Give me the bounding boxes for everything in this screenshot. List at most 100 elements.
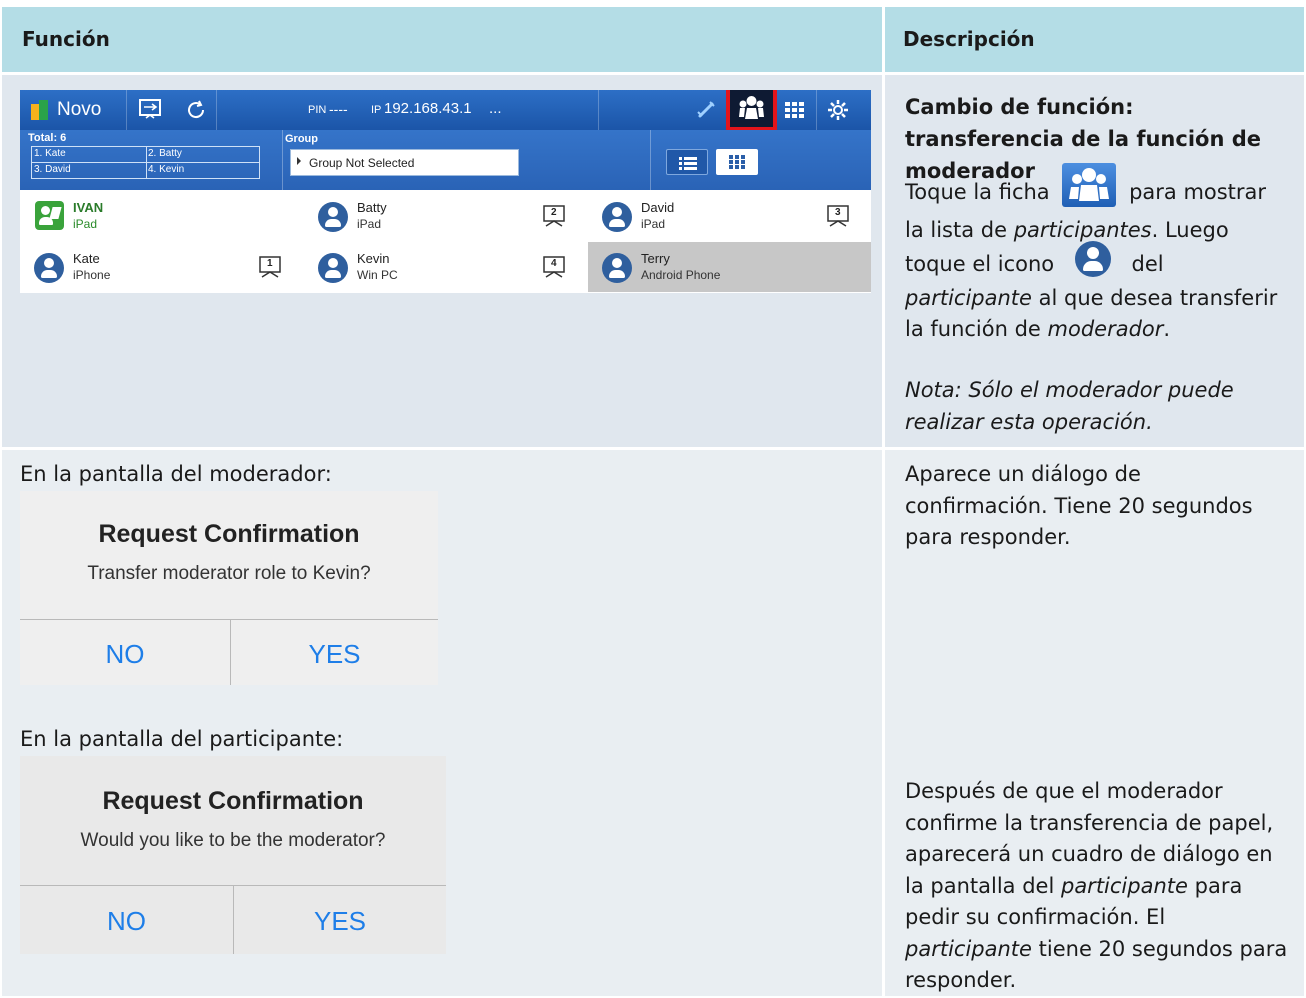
row2-desc-1: Aparece un diálogo de confirmación. Tien…: [905, 462, 1253, 549]
settings-gear-icon[interactable]: [826, 98, 850, 122]
dialog-message: Would you like to be the moderator?: [80, 830, 386, 851]
yes-button[interactable]: YES: [231, 639, 438, 670]
participant-cell-terry[interactable]: Terry Android Phone: [588, 242, 871, 292]
header-function: Función: [22, 27, 110, 51]
group-label: Group: [285, 133, 318, 145]
app-name: Novo: [57, 99, 102, 120]
text-segment-italic: participante: [905, 285, 1032, 310]
row2-desc-2: Después de que el moderador confirme la …: [905, 776, 1290, 997]
caret-right-icon: [297, 157, 301, 165]
participant-name: Kate: [73, 251, 100, 266]
no-button[interactable]: NO: [20, 639, 230, 670]
participant-avatar-icon[interactable]: [602, 202, 632, 232]
roster-box: 1. Kate 2. Batty 3. David 4. Kevin: [31, 146, 260, 179]
ip-value: 192.168.43.1: [384, 100, 472, 117]
participant-cell-ivan[interactable]: IVAN iPad: [20, 191, 303, 241]
participant-cell-batty[interactable]: Batty iPad 2: [304, 191, 587, 241]
roster-item: 3. David: [34, 164, 71, 175]
projection-screen-icon[interactable]: 4: [543, 256, 565, 280]
subheader-divider: [650, 130, 651, 190]
participant-name: David: [641, 200, 675, 215]
refresh-icon[interactable]: [184, 98, 208, 122]
yes-button[interactable]: YES: [234, 906, 446, 937]
dialog-divider: [20, 619, 438, 620]
toolbar-divider: [126, 90, 127, 130]
moderator-avatar-icon: [35, 201, 64, 230]
total-label: Total: 6: [28, 132, 67, 144]
participant-device: Android Phone: [641, 268, 721, 282]
presentation-control-icon[interactable]: [138, 98, 162, 122]
moderator-confirm-dialog: Request Confirmation Transfer moderator …: [20, 491, 438, 685]
text-segment-italic: moderador: [1047, 317, 1164, 341]
participant-cell-kevin[interactable]: Kevin Win PC 4: [304, 242, 587, 292]
dialog-title: Request Confirmation: [102, 787, 364, 815]
participant-device: iPad: [357, 217, 382, 231]
participant-name: IVAN: [73, 200, 104, 215]
participant-avatar-icon: [1074, 240, 1111, 277]
link-icon[interactable]: [694, 98, 718, 122]
participant-caption: En la pantalla del participante:: [20, 727, 344, 751]
roster-item: 4. Kevin: [148, 164, 185, 175]
projection-screen-icon[interactable]: 3: [827, 205, 849, 229]
novo-logo-icon: [31, 100, 48, 120]
participant-grid: IVAN iPad Batty iPad 2 David iPad 3 Kate: [20, 191, 871, 293]
toolbar-divider: [216, 90, 217, 130]
list-view-icon: [679, 157, 697, 170]
header-description: Descripción: [903, 27, 1035, 51]
participant-avatar-icon[interactable]: [318, 253, 348, 283]
toolbar-divider: [598, 90, 599, 130]
ip-label: IP: [371, 104, 382, 116]
novo-subheader: Total: 6 1. Kate 2. Batty 3. David 4. Ke…: [20, 130, 871, 190]
no-button[interactable]: NO: [20, 906, 233, 937]
subheader-divider: [282, 130, 283, 190]
list-view-button[interactable]: [666, 149, 708, 175]
novo-toolbar: Novo PIN ---- IP 192.168.43.1 ...: [20, 90, 871, 131]
more-ellipsis[interactable]: ...: [489, 100, 502, 117]
grid-tile-button[interactable]: [716, 149, 758, 175]
projection-screen-icon[interactable]: 1: [259, 256, 281, 280]
participant-device: iPad: [73, 217, 98, 231]
pin-label: PIN: [308, 104, 327, 116]
row1-description-cell: Cambio de función: transferencia de la f…: [885, 75, 1304, 447]
participants-icon: [739, 96, 764, 119]
screen-number: 2: [551, 207, 557, 218]
roster-item: 1. Kate: [34, 148, 66, 159]
grid-tile-icon: [729, 155, 745, 169]
group-select-value: Group Not Selected: [309, 156, 415, 170]
participant-device: iPad: [641, 217, 666, 231]
text-segment: Toque la ficha: [905, 180, 1050, 204]
participant-name: Batty: [357, 200, 387, 215]
participant-name: Kevin: [357, 251, 390, 266]
participant-device: iPhone: [73, 268, 111, 282]
header-cell-function: Función: [2, 7, 882, 72]
participant-avatar-icon[interactable]: [34, 253, 64, 283]
text-segment-italic: participantes: [1013, 218, 1152, 242]
text-segment: del: [1131, 251, 1164, 276]
row1-note: Nota: Sólo el moderador puede realizar e…: [905, 378, 1234, 434]
dialog-message: Transfer moderator role to Kevin?: [87, 563, 371, 584]
row1-paragraph: Toque la ficha para mostrar la lista de …: [905, 163, 1290, 346]
participant-cell-kate[interactable]: Kate iPhone 1: [20, 242, 303, 292]
novo-app-screenshot: Novo PIN ---- IP 192.168.43.1 ... Total:…: [20, 90, 871, 293]
text-segment: .: [1163, 317, 1171, 341]
participant-device: Win PC: [357, 268, 398, 282]
participants-tab-highlight[interactable]: [726, 90, 777, 131]
participant-avatar-icon[interactable]: [602, 253, 632, 283]
roster-item: 2. Batty: [148, 148, 182, 159]
text-segment-italic: participante: [905, 936, 1032, 961]
participant-avatar-icon[interactable]: [318, 202, 348, 232]
participant-name: Terry: [641, 251, 670, 266]
screen-number: 4: [551, 258, 557, 269]
participant-confirm-dialog: Request Confirmation Would you like to b…: [20, 756, 446, 954]
toolbar-divider: [816, 90, 817, 130]
pin-value: ----: [329, 101, 348, 117]
projection-screen-icon[interactable]: 2: [543, 205, 565, 229]
screen-number: 1: [267, 258, 273, 269]
roster-divider: [146, 147, 147, 178]
group-select[interactable]: Group Not Selected: [290, 149, 519, 176]
grid-view-icon[interactable]: [782, 98, 806, 122]
moderator-caption: En la pantalla del moderador:: [20, 462, 332, 486]
header-cell-description: Descripción: [885, 7, 1304, 72]
dialog-title: Request Confirmation: [98, 520, 360, 548]
participant-cell-david[interactable]: David iPad 3: [588, 191, 871, 241]
